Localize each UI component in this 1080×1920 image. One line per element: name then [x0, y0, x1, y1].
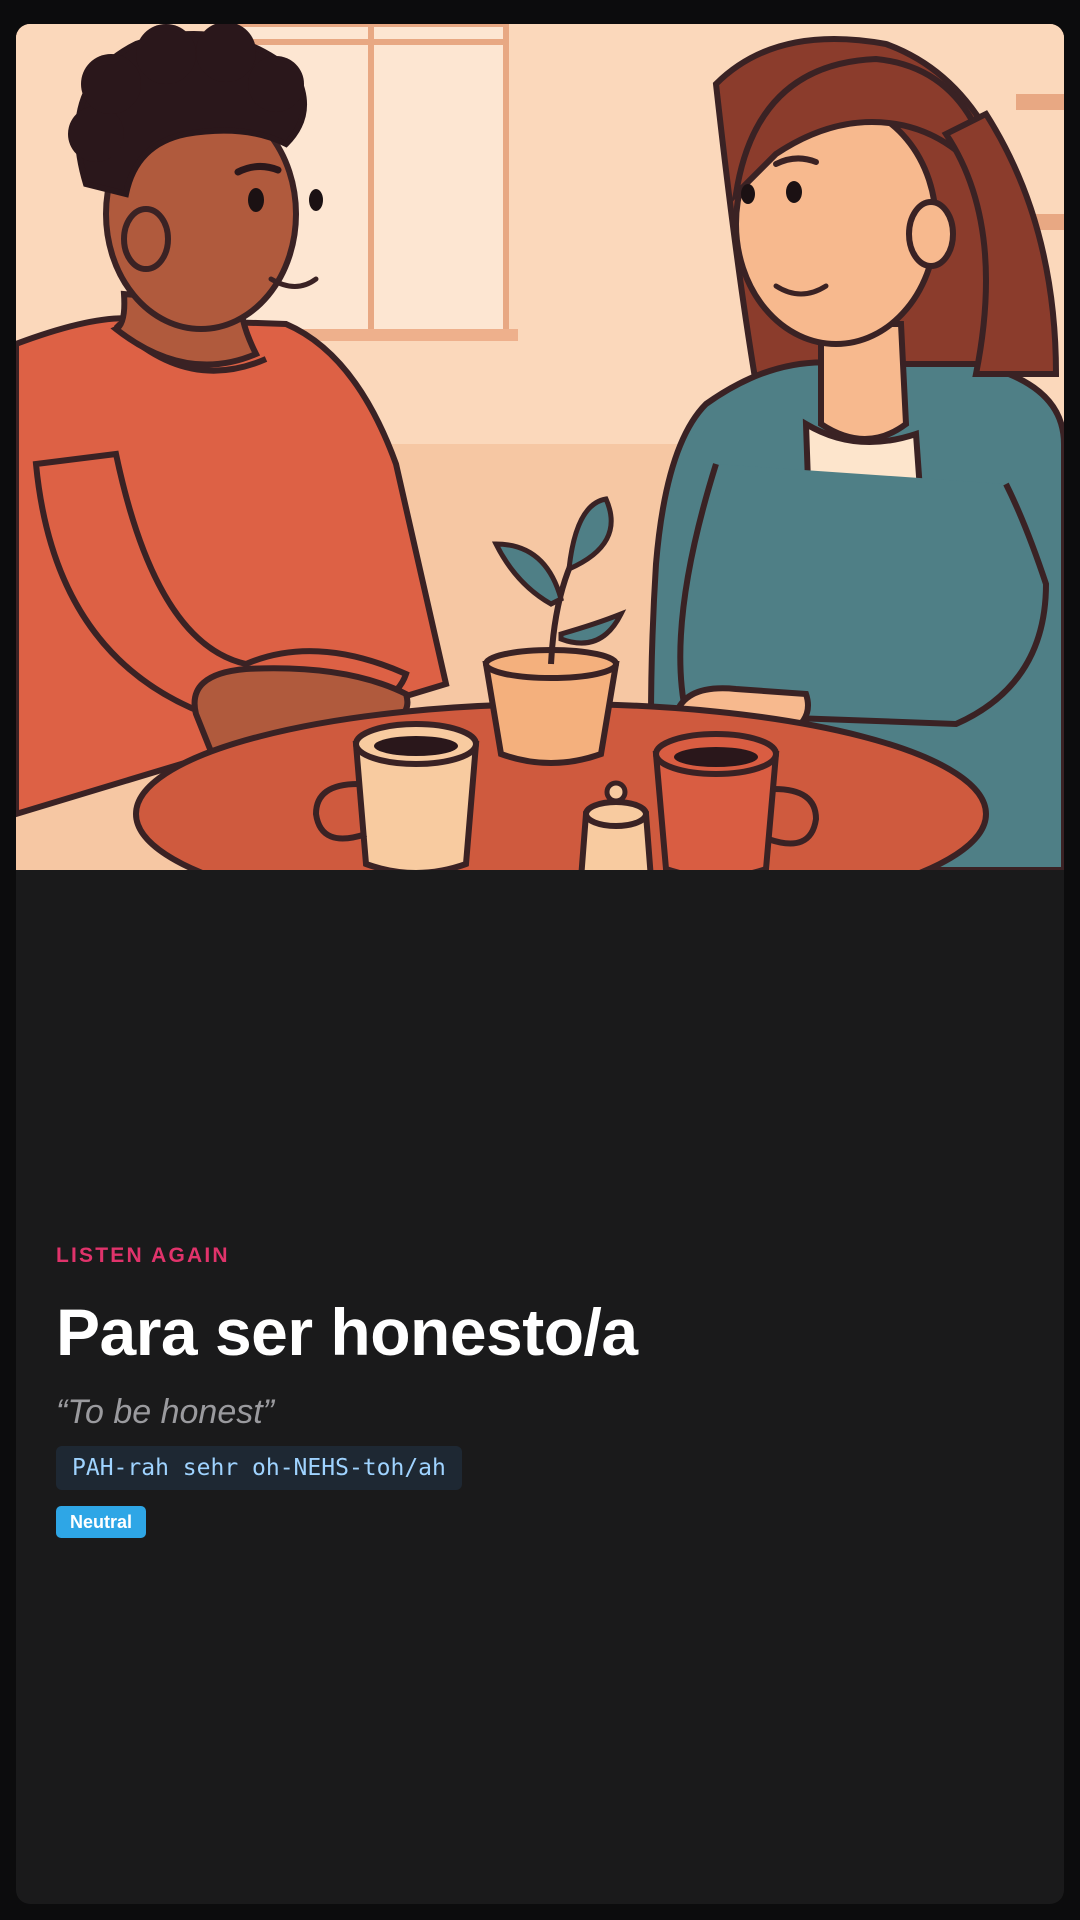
- tag-row: Neutral: [56, 1506, 1024, 1538]
- pronunciation-guide: PAH-rah sehr oh-NEHS-toh/ah: [56, 1446, 462, 1490]
- phrase-card: LISTEN AGAIN Para ser honesto/a “To be h…: [16, 24, 1064, 1904]
- register-tag: Neutral: [56, 1506, 147, 1538]
- phrase-content: LISTEN AGAIN Para ser honesto/a “To be h…: [56, 1242, 1024, 1538]
- listen-again-label[interactable]: LISTEN AGAIN: [56, 1242, 1024, 1270]
- cafe-conversation-illustration: [16, 24, 1064, 870]
- phrase-translation: “To be honest”: [56, 1393, 274, 1431]
- phrase-title: Para ser honesto/a: [56, 1295, 638, 1369]
